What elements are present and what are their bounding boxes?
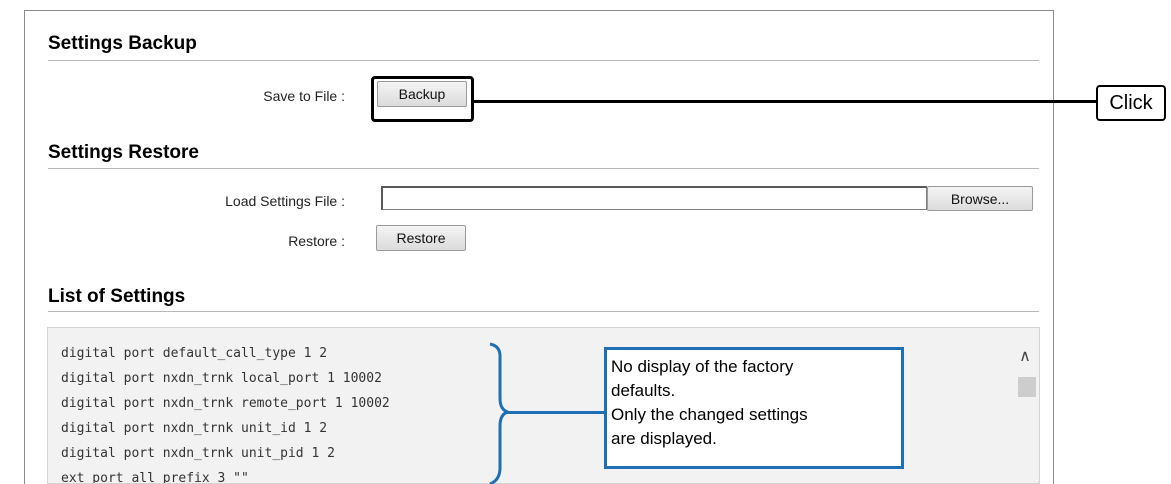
restore-button[interactable]: Restore	[376, 225, 466, 251]
note-callout: No display of the factory defaults. Only…	[604, 347, 904, 469]
list-section-title: List of Settings	[48, 286, 186, 307]
section-divider	[48, 168, 1039, 169]
note-line: defaults.	[611, 381, 676, 400]
list-item: digital port nxdn_trnk unit_pid 1 2	[61, 446, 335, 461]
brace-path	[489, 342, 509, 484]
callout-connector-line	[473, 100, 1096, 103]
browse-button[interactable]: Browse...	[927, 186, 1033, 211]
backup-button[interactable]: Backup	[377, 81, 467, 107]
note-line: No display of the factory	[611, 357, 794, 376]
save-to-file-label: Save to File :	[263, 88, 345, 104]
scrollbar-thumb[interactable]	[1018, 377, 1036, 397]
list-item: digital port nxdn_trnk unit_id 1 2	[61, 421, 328, 436]
section-divider	[48, 311, 1039, 312]
note-line: are displayed.	[611, 429, 717, 448]
restore-label: Restore :	[288, 233, 345, 249]
restore-section-title: Settings Restore	[48, 142, 199, 163]
note-line: Only the changed settings	[611, 405, 808, 424]
list-item: ext port all prefix 3 ""	[61, 471, 249, 484]
section-divider	[48, 60, 1039, 61]
list-item: digital port nxdn_trnk local_port 1 1000…	[61, 371, 382, 386]
backup-section-title: Settings Backup	[48, 33, 197, 54]
load-settings-file-label: Load Settings File :	[225, 193, 345, 209]
list-item: digital port nxdn_trnk remote_port 1 100…	[61, 396, 390, 411]
chevron-up-icon[interactable]: ∧	[1014, 346, 1036, 365]
list-item: digital port default_call_type 1 2	[61, 346, 328, 361]
settings-list-scrollbar[interactable]: ∧	[1014, 340, 1036, 484]
click-callout: Click	[1096, 85, 1166, 121]
settings-file-input[interactable]	[381, 186, 927, 210]
note-connector-line	[506, 411, 604, 414]
